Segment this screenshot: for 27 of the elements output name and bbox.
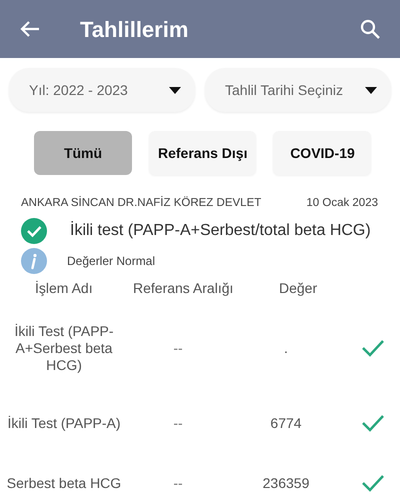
column-header: Değer	[279, 279, 318, 298]
dropdown-field[interactable]: Yıl: 2022 - 2023	[9, 68, 195, 112]
table-cell-text: --	[172, 414, 184, 433]
test-title: İkili test (PAPP-A+Serbest/total beta HCG)	[70, 220, 371, 242]
column-header: İşlem Adı	[35, 279, 94, 298]
filter-tab[interactable]: Tümü	[34, 131, 132, 175]
status-note: Değerler Normal	[67, 253, 156, 270]
table-cell-text: --	[172, 338, 184, 358]
caret-icon	[365, 86, 377, 94]
column-header: Referans Aralığı	[133, 279, 234, 298]
dropdown-field[interactable]: Tahlil Tarihi Seçiniz	[205, 68, 391, 112]
hospital-name: ANKARA SİNCAN DR.NAFİZ KÖREZ DEVLET	[21, 195, 262, 211]
table-cell-text: --	[172, 474, 184, 493]
table-cell-text: Serbest beta HCG	[6, 474, 122, 492]
result-date: 10 Ocak 2023	[306, 196, 378, 211]
page-title: Tahlillerim	[80, 16, 188, 44]
info-icon	[21, 248, 47, 274]
table-cell-text: .	[283, 338, 289, 358]
back-icon[interactable]	[20, 20, 40, 38]
filter-tab[interactable]: COVID-19	[273, 131, 372, 175]
search-icon[interactable]	[360, 19, 380, 39]
table-cell-text: İkili Test (PAPP-A+Serbest beta HCG)	[13, 322, 115, 374]
caret-icon	[169, 86, 181, 94]
table-cell-text: 236359	[262, 474, 310, 493]
table-cell-text: 6774	[269, 414, 303, 433]
filter-tab[interactable]: Referans Dışı	[149, 131, 256, 175]
table-cell-text: İkili Test (PAPP-A)	[6, 414, 122, 432]
